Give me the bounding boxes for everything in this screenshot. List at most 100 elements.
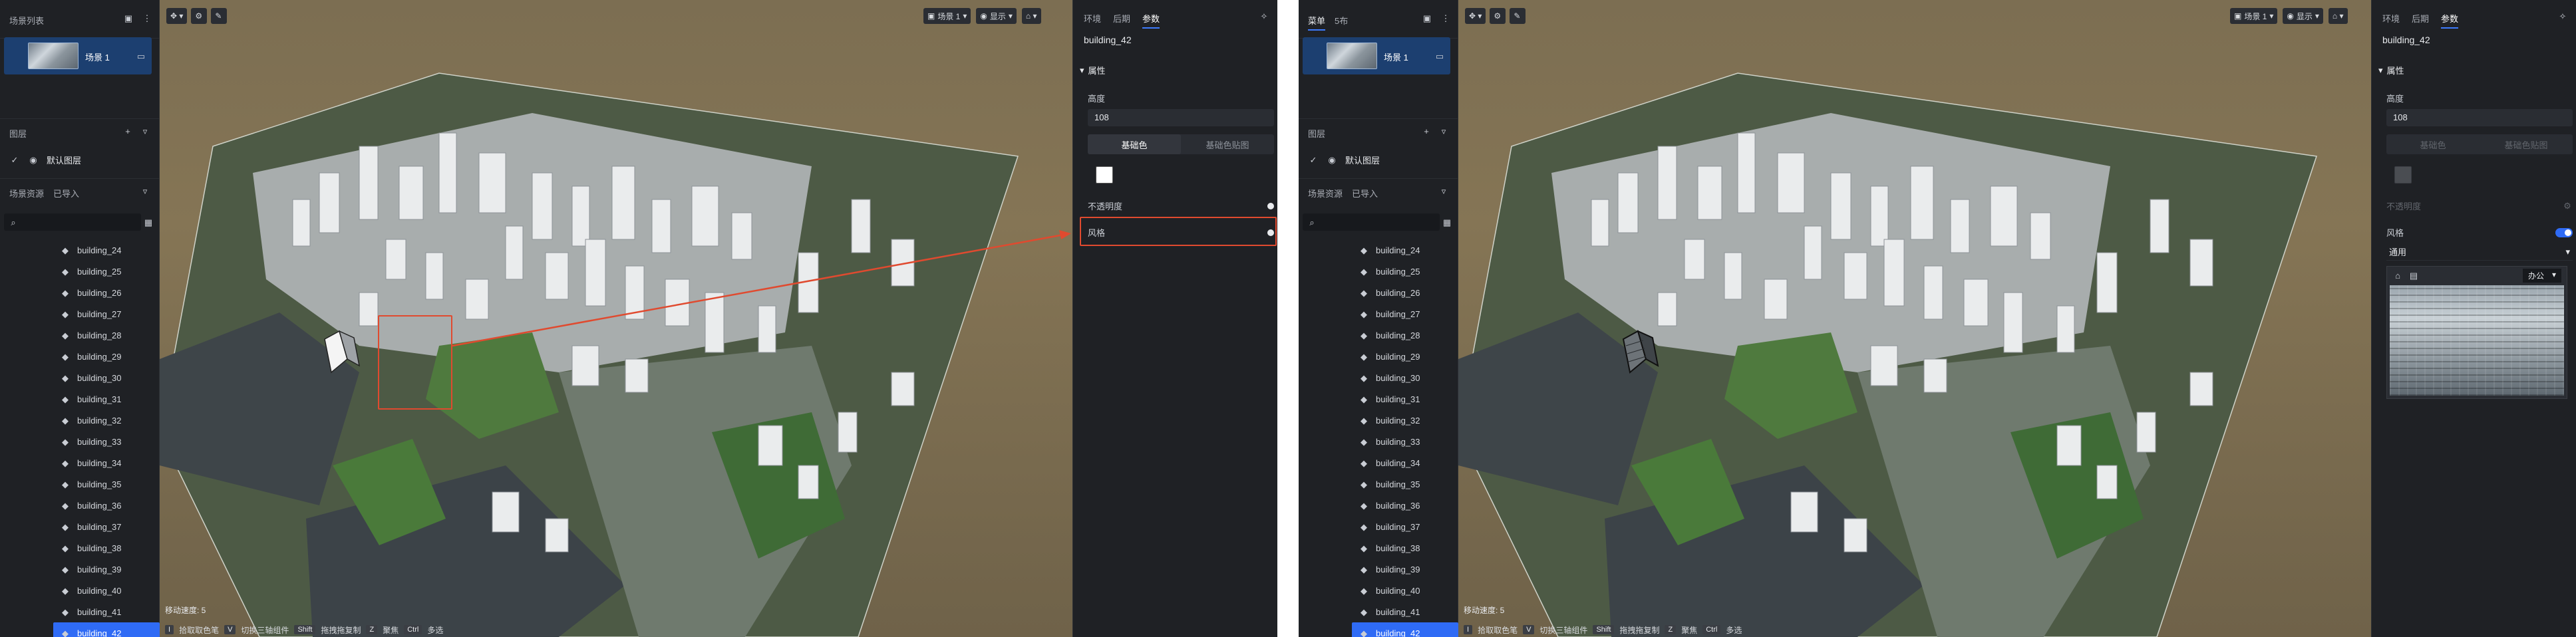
- tab-environment[interactable]: 环境: [2382, 12, 2400, 29]
- list-item[interactable]: ◆ building_36: [0, 495, 160, 516]
- grid-view-icon[interactable]: ▦: [141, 215, 156, 229]
- list-item[interactable]: ◆ building_28: [1299, 324, 1458, 346]
- tab-params[interactable]: 参数: [2441, 12, 2459, 29]
- eye-icon[interactable]: ◉: [28, 155, 39, 166]
- style-select[interactable]: 通用 ▾: [2386, 243, 2573, 261]
- list-item[interactable]: ◆ building_37: [0, 516, 160, 537]
- list-item[interactable]: ◆ building_30: [1299, 367, 1458, 388]
- layer-filter-icon[interactable]: ▿: [140, 126, 150, 136]
- add-scene-icon[interactable]: ▣: [1422, 13, 1432, 23]
- list-item[interactable]: ◆ building_34: [1299, 452, 1458, 473]
- opacity-handle[interactable]: [1267, 202, 1274, 209]
- list-item[interactable]: ◆ building_38: [1299, 537, 1458, 559]
- more-icon[interactable]: ⋮: [142, 13, 152, 23]
- check-icon[interactable]: ✓: [9, 155, 20, 166]
- scene-card[interactable]: 场景 1 ▭: [1303, 37, 1450, 74]
- height-input[interactable]: 108: [1088, 109, 1274, 126]
- resources-imported-tab[interactable]: 已导入: [53, 187, 79, 199]
- texture-type-select[interactable]: 办公 ▾: [2522, 268, 2561, 283]
- list-item[interactable]: ◆ building_27: [0, 303, 160, 324]
- list-item[interactable]: ◆ building_24: [0, 239, 160, 261]
- resources-title[interactable]: 场景资源: [1308, 187, 1343, 199]
- list-item[interactable]: ◆ building_41: [1299, 601, 1458, 622]
- settings-tool-button[interactable]: ⚙: [191, 8, 208, 24]
- resources-imported-tab[interactable]: 已导入: [1352, 187, 1378, 199]
- wand-icon[interactable]: ✧: [2557, 11, 2568, 21]
- seg-base-color[interactable]: 基础色: [1088, 134, 1181, 154]
- list-item[interactable]: ◆ building_25: [0, 261, 160, 282]
- add-layer-icon[interactable]: +: [1421, 126, 1432, 136]
- 3d-viewport[interactable]: ✥ ▾ ⚙ ✎ ▣ 场景 1 ▾ ◉ 显示 ▾ ⌂ ▾ 移动速度: 5 I 拾取取色笔 V…: [160, 0, 1072, 637]
- tab-post[interactable]: 后期: [2412, 12, 2429, 29]
- add-scene-icon[interactable]: ▣: [123, 13, 134, 23]
- add-layer-icon[interactable]: +: [122, 126, 133, 136]
- list-item[interactable]: ◆ building_40: [0, 580, 160, 601]
- color-swatch[interactable]: [1096, 166, 1113, 184]
- list-item[interactable]: ◆ building_33: [0, 431, 160, 452]
- wand-icon[interactable]: ✧: [1259, 11, 1269, 21]
- height-input[interactable]: 108: [2386, 109, 2573, 126]
- list-item[interactable]: ◆ building_35: [1299, 473, 1458, 495]
- seg-base-color[interactable]: 基础色: [2386, 134, 2480, 154]
- list-item[interactable]: ◆ building_24: [1299, 239, 1458, 261]
- list-item[interactable]: ◆ building_26: [1299, 282, 1458, 303]
- tab-layout[interactable]: 5布: [1335, 14, 1348, 31]
- list-item[interactable]: ◆ building_27: [1299, 303, 1458, 324]
- style-toggle[interactable]: [2555, 227, 2573, 237]
- list-item[interactable]: ◆ building_39: [1299, 559, 1458, 580]
- facade-texture-image[interactable]: [2390, 285, 2564, 396]
- list-item[interactable]: ◆ building_38: [0, 537, 160, 559]
- seg-base-texture[interactable]: 基础色贴图: [2480, 134, 2573, 154]
- list-item[interactable]: ◆ building_42: [53, 622, 160, 637]
- list-item[interactable]: ◆ building_41: [0, 601, 160, 622]
- camera-icon[interactable]: ▭: [1434, 51, 1445, 61]
- resource-search-input[interactable]: ⌕: [4, 213, 141, 231]
- list-item[interactable]: ◆ building_34: [0, 452, 160, 473]
- list-item[interactable]: ◆ building_33: [1299, 431, 1458, 452]
- resources-title[interactable]: 场景资源: [9, 187, 44, 199]
- list-item[interactable]: ◆ building_31: [1299, 388, 1458, 410]
- list-item[interactable]: ◆ building_31: [0, 388, 160, 410]
- eye-icon[interactable]: ◉: [1327, 155, 1337, 166]
- layer-item-default[interactable]: ✓ ◉ 默认图层: [1308, 154, 1380, 166]
- building-icon[interactable]: ▤: [2408, 270, 2419, 281]
- transform-tool-button[interactable]: ✥ ▾: [166, 8, 188, 24]
- grid-view-icon[interactable]: ▦: [1440, 215, 1454, 229]
- section-attributes[interactable]: ▾ 属性: [2378, 64, 2404, 76]
- list-item[interactable]: ◆ building_29: [1299, 346, 1458, 367]
- camera-mode-button[interactable]: ⌂ ▾: [2328, 8, 2348, 24]
- tab-post[interactable]: 后期: [1113, 12, 1130, 29]
- list-item[interactable]: ◆ building_32: [1299, 410, 1458, 431]
- list-item[interactable]: ◆ building_40: [1299, 580, 1458, 601]
- seg-base-texture[interactable]: 基础色贴图: [1181, 134, 1274, 154]
- edit-tool-button[interactable]: ✎: [1510, 8, 1526, 24]
- camera-icon[interactable]: ▭: [136, 51, 146, 61]
- 3d-viewport[interactable]: ✥ ▾ ⚙ ✎ ▣ 场景 1 ▾ ◉ 显示 ▾ ⌂ ▾ 移动速度: 5 I 拾取取色笔 V…: [1458, 0, 2371, 637]
- list-item[interactable]: ◆ building_37: [1299, 516, 1458, 537]
- transform-tool-button[interactable]: ✥ ▾: [1465, 8, 1486, 24]
- tab-environment[interactable]: 环境: [1084, 12, 1101, 29]
- list-item[interactable]: ◆ building_25: [1299, 261, 1458, 282]
- scene-card[interactable]: 场景 1 ▭: [4, 37, 152, 74]
- section-attributes[interactable]: ▾ 属性: [1080, 64, 1106, 76]
- more-icon[interactable]: ⋮: [1440, 13, 1451, 23]
- list-item[interactable]: ◆ building_39: [0, 559, 160, 580]
- list-item[interactable]: ◆ building_26: [0, 282, 160, 303]
- resource-search-input[interactable]: ⌕: [1303, 213, 1440, 231]
- list-item[interactable]: ◆ building_29: [0, 346, 160, 367]
- display-button[interactable]: ◉ 显示 ▾: [2283, 8, 2323, 24]
- edit-tool-button[interactable]: ✎: [211, 8, 228, 24]
- tab-menu[interactable]: 菜单: [1308, 14, 1326, 31]
- list-item[interactable]: ◆ building_28: [0, 324, 160, 346]
- layer-filter-icon[interactable]: ▿: [1438, 126, 1449, 136]
- check-icon[interactable]: ✓: [1308, 155, 1319, 166]
- tab-params[interactable]: 参数: [1142, 12, 1160, 29]
- scene-select-button[interactable]: ▣ 场景 1 ▾: [2230, 8, 2278, 24]
- settings-tool-button[interactable]: ⚙: [1490, 8, 1506, 24]
- home-icon[interactable]: ⌂: [2392, 270, 2403, 281]
- display-button[interactable]: ◉ 显示 ▾: [976, 8, 1017, 24]
- list-item[interactable]: ◆ building_36: [1299, 495, 1458, 516]
- list-item[interactable]: ◆ building_35: [0, 473, 160, 495]
- scene-select-button[interactable]: ▣ 场景 1 ▾: [923, 8, 971, 24]
- camera-mode-button[interactable]: ⌂ ▾: [1021, 8, 1041, 24]
